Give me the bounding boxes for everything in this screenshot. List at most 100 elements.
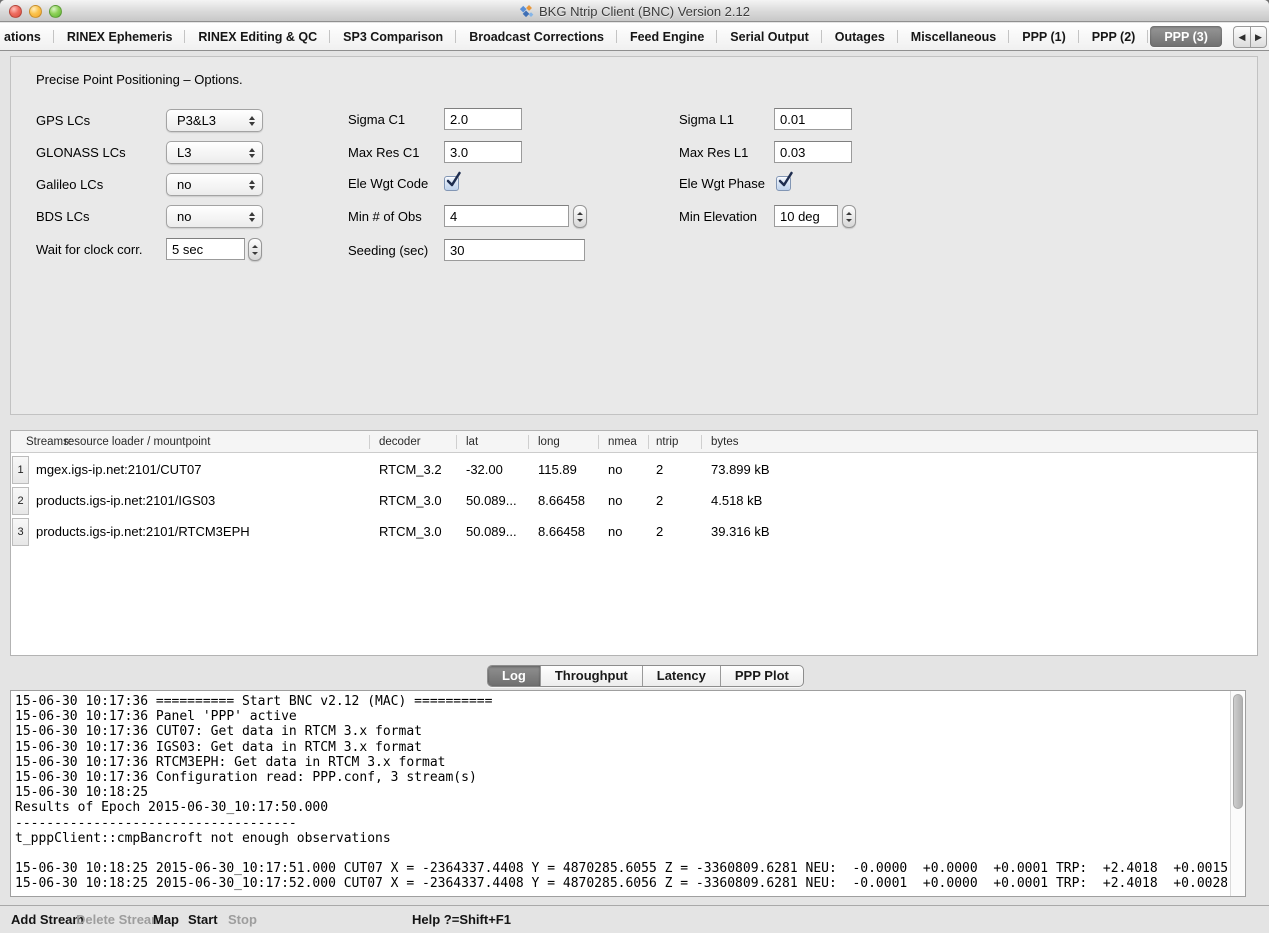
col-lat: lat	[466, 431, 478, 453]
cell-decoder: RTCM_3.0	[379, 517, 442, 547]
tab-feed-engine[interactable]: Feed Engine	[617, 23, 717, 50]
col-mountpoint: resource loader / mountpoint	[64, 431, 210, 453]
gps-lcs-combobox[interactable]: P3&L3	[166, 109, 263, 132]
glonass-lcs-label: GLONASS LCs	[36, 141, 126, 164]
stream-row-1[interactable]: 1 mgex.igs-ip.net:2101/CUT07 RTCM_3.2 -3…	[11, 455, 1257, 485]
cell-bytes: 4.518 kB	[711, 486, 762, 516]
sigma-l1-field[interactable]	[774, 108, 852, 130]
map-button[interactable]: Map	[153, 906, 179, 933]
min-obs-label: Min # of Obs	[348, 205, 422, 228]
cell-decoder: RTCM_3.2	[379, 455, 442, 485]
col-bytes: bytes	[711, 431, 739, 453]
max-res-l1-label: Max Res L1	[679, 141, 748, 164]
cell-lat: 50.089...	[466, 486, 517, 516]
cell-nmea: no	[608, 517, 622, 547]
tab-latency[interactable]: Latency	[643, 666, 721, 686]
bds-lcs-label: BDS LCs	[36, 205, 89, 228]
cell-lat: -32.00	[466, 455, 503, 485]
combo-updown-icon	[249, 116, 255, 126]
tab-serial-output[interactable]: Serial Output	[717, 23, 821, 50]
max-res-l1-field[interactable]	[774, 141, 852, 163]
log-scrollbar[interactable]	[1230, 691, 1245, 896]
cell-long: 8.66458	[538, 517, 585, 547]
stream-row-2[interactable]: 2 products.igs-ip.net:2101/IGS03 RTCM_3.…	[11, 486, 1257, 516]
seeding-field[interactable]	[444, 239, 585, 261]
max-res-c1-label: Max Res C1	[348, 141, 420, 164]
title-bar: BKG Ntrip Client (BNC) Version 2.12	[0, 0, 1269, 22]
galileo-lcs-combobox[interactable]: no	[166, 173, 263, 196]
tab-clipped-observations[interactable]: ations	[0, 23, 54, 50]
stop-button: Stop	[228, 906, 257, 933]
combo-updown-icon	[249, 212, 255, 222]
row-number[interactable]: 3	[12, 518, 29, 546]
min-obs-stepper[interactable]	[573, 205, 587, 228]
glonass-lcs-combobox[interactable]: L3	[166, 141, 263, 164]
tab-sp3-comparison[interactable]: SP3 Comparison	[330, 23, 456, 50]
sigma-c1-field[interactable]	[444, 108, 522, 130]
tab-rinex-editing-qc[interactable]: RINEX Editing & QC	[185, 23, 330, 50]
cell-nmea: no	[608, 486, 622, 516]
wait-clock-stepper[interactable]	[248, 238, 262, 261]
cell-nmea: no	[608, 455, 622, 485]
checkmark-icon	[445, 172, 462, 189]
galileo-lcs-label: Galileo LCs	[36, 173, 103, 196]
bds-lcs-combobox[interactable]: no	[166, 205, 263, 228]
cell-long: 115.89	[538, 455, 577, 485]
config-tab-bar: ations RINEX Ephemeris RINEX Editing & Q…	[0, 23, 1269, 51]
max-res-c1-field[interactable]	[444, 141, 522, 163]
cell-ntrip: 2	[656, 517, 663, 547]
tab-miscellaneous[interactable]: Miscellaneous	[898, 23, 1009, 50]
tab-throughput[interactable]: Throughput	[541, 666, 643, 686]
bottom-toolbar: Add Stream Delete Stream Map Start Stop …	[0, 905, 1269, 933]
sigma-l1-label: Sigma L1	[679, 108, 734, 131]
cell-bytes: 73.899 kB	[711, 455, 770, 485]
tab-scroll-right-icon[interactable]: ▶	[1250, 26, 1267, 48]
tab-scroll-left-icon[interactable]: ◀	[1233, 26, 1250, 48]
gps-lcs-label: GPS LCs	[36, 109, 90, 132]
log-panel: 15-06-30 10:17:36 ========== Start BNC v…	[10, 690, 1246, 897]
col-long: long	[538, 431, 560, 453]
cell-bytes: 39.316 kB	[711, 517, 770, 547]
wait-clock-label: Wait for clock corr.	[36, 238, 142, 261]
min-elevation-stepper[interactable]	[842, 205, 856, 228]
row-number[interactable]: 1	[12, 456, 29, 484]
ele-wgt-phase-checkbox[interactable]	[776, 176, 791, 191]
add-stream-button[interactable]: Add Stream	[11, 906, 84, 933]
min-elevation-field[interactable]	[774, 205, 838, 227]
col-nmea: nmea	[608, 431, 637, 453]
tab-outages[interactable]: Outages	[822, 23, 898, 50]
cell-long: 8.66458	[538, 486, 585, 516]
checkmark-icon	[777, 172, 794, 189]
scrollbar-thumb[interactable]	[1233, 694, 1243, 809]
tab-ppp-plot[interactable]: PPP Plot	[721, 666, 803, 686]
sigma-c1-label: Sigma C1	[348, 108, 405, 131]
tab-log[interactable]: Log	[488, 666, 541, 686]
cell-lat: 50.089...	[466, 517, 517, 547]
cell-mountpoint: products.igs-ip.net:2101/IGS03	[36, 486, 215, 516]
ele-wgt-phase-label: Ele Wgt Phase	[679, 172, 765, 195]
help-hint: Help ?=Shift+F1	[412, 906, 511, 933]
cell-ntrip: 2	[656, 486, 663, 516]
stream-row-3[interactable]: 3 products.igs-ip.net:2101/RTCM3EPH RTCM…	[11, 517, 1257, 547]
delete-stream-button: Delete Stream	[76, 906, 163, 933]
bnc-app-icon	[519, 4, 534, 19]
tab-rinex-ephemeris[interactable]: RINEX Ephemeris	[54, 23, 186, 50]
tab-ppp-1[interactable]: PPP (1)	[1009, 23, 1079, 50]
cell-decoder: RTCM_3.0	[379, 486, 442, 516]
streams-table-header: Streams: resource loader / mountpoint de…	[11, 431, 1257, 453]
combo-updown-icon	[249, 180, 255, 190]
combo-updown-icon	[249, 148, 255, 158]
row-number[interactable]: 2	[12, 487, 29, 515]
col-ntrip: ntrip	[656, 431, 678, 453]
cell-mountpoint: mgex.igs-ip.net:2101/CUT07	[36, 455, 201, 485]
ele-wgt-code-checkbox[interactable]	[444, 176, 459, 191]
tab-ppp-3[interactable]: PPP (3)	[1150, 26, 1222, 47]
wait-clock-field[interactable]	[166, 238, 245, 260]
tab-ppp-2[interactable]: PPP (2)	[1079, 23, 1149, 50]
min-obs-field[interactable]	[444, 205, 569, 227]
panel-heading: Precise Point Positioning – Options.	[36, 68, 243, 91]
start-button[interactable]: Start	[188, 906, 218, 933]
view-tab-bar: Log Throughput Latency PPP Plot	[487, 665, 804, 687]
ppp-options-panel: Precise Point Positioning – Options. GPS…	[10, 56, 1258, 415]
tab-broadcast-corrections[interactable]: Broadcast Corrections	[456, 23, 617, 50]
